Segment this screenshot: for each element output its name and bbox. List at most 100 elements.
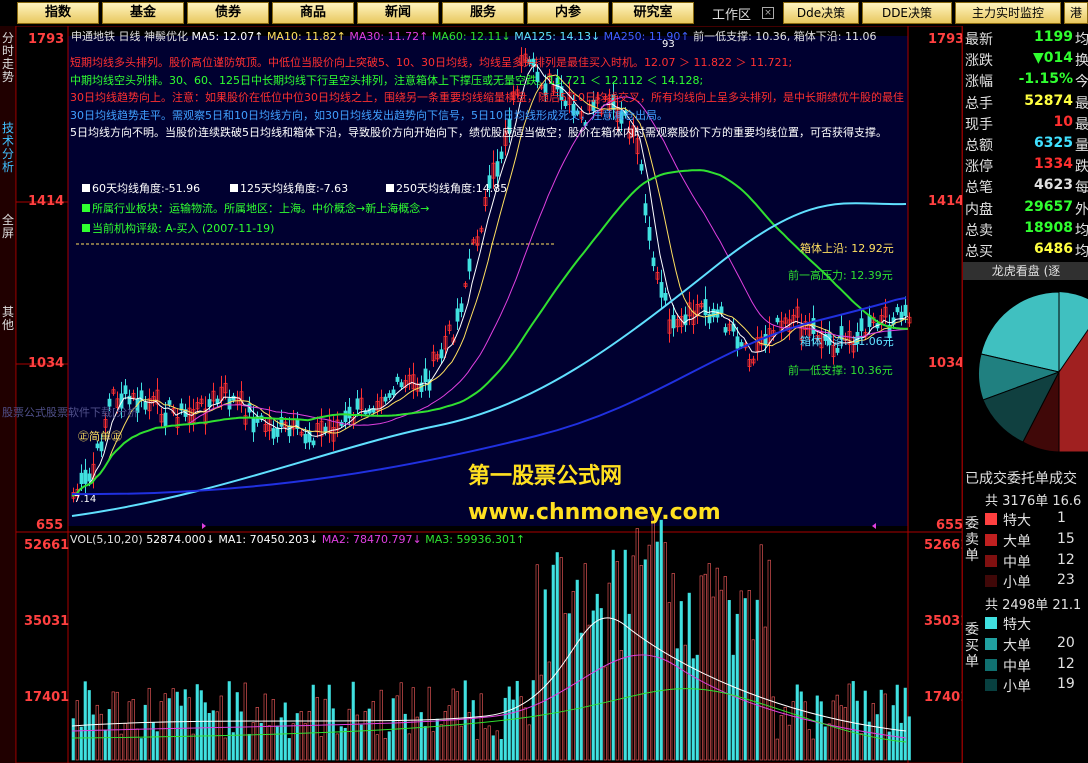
legend-value: 15	[1057, 530, 1075, 547]
quote-value: 6486	[1034, 241, 1073, 257]
volume-bar	[475, 739, 479, 761]
volume-bar	[395, 695, 399, 761]
quote-value: 52874	[1024, 92, 1073, 109]
tab-fullscreen[interactable]: 全屏	[1, 214, 15, 240]
dragon-tiger-title[interactable]: 龙虎看盘 (逐	[963, 262, 1088, 280]
price-axis-low-right: 1034	[928, 356, 965, 371]
tab-technical-analysis[interactable]: 技术分析	[1, 122, 15, 174]
volume-bar	[599, 608, 603, 761]
legend-label: 中单	[1003, 554, 1031, 571]
volume-bar	[483, 728, 487, 761]
volume-bar	[655, 541, 659, 761]
quote-row: 最新 1199 均	[965, 29, 1088, 50]
volume-bar	[755, 599, 759, 761]
volume-bar	[839, 705, 843, 761]
quote-value: 29657	[1024, 198, 1073, 215]
volume-bar	[607, 582, 611, 761]
volume-bar	[139, 738, 143, 761]
candle-body	[227, 398, 232, 410]
volume-bar	[459, 725, 463, 761]
volume-axis-low-left: 17401	[24, 690, 70, 705]
legend-swatch	[985, 513, 997, 525]
volume-bar	[507, 686, 511, 761]
indicator-name: 神鬃优化	[144, 30, 188, 43]
close-icon[interactable]: ×	[762, 7, 774, 19]
volume-bar	[423, 726, 427, 761]
nav-button-dde-decision[interactable]: Dde决策	[783, 2, 859, 24]
volume-bar	[743, 598, 747, 761]
volume-bar	[295, 713, 299, 761]
nav-button-bond[interactable]: 债券	[187, 2, 269, 24]
volume-bar	[555, 552, 559, 761]
quote-suffix: 换	[1075, 53, 1088, 70]
quote-suffix: 均	[1075, 32, 1088, 48]
volume-bar	[143, 704, 147, 761]
candle-body	[859, 318, 864, 332]
volume-bar	[547, 661, 551, 761]
kline-chart[interactable]: 1793 1414 1034 655 1793 1414 1034 655 52…	[2, 26, 969, 763]
volume-bar	[535, 564, 539, 761]
nav-button-main-monitor[interactable]: 主力实时监控	[955, 2, 1061, 24]
nav-button-fund[interactable]: 基金	[102, 2, 184, 24]
rating-info: 当前机构评级: A-买入 (2007-11-19)	[82, 220, 274, 236]
workzone-label[interactable]: 工作区	[712, 4, 751, 23]
quote-row: 总手 52874 最	[965, 92, 1088, 114]
tab-intraday[interactable]: 分时走势	[1, 32, 15, 84]
tab-other[interactable]: 其他	[1, 306, 15, 332]
volume-bar	[147, 687, 151, 761]
nav-button-insider[interactable]: 内参	[527, 2, 609, 24]
volume-bar	[323, 698, 327, 761]
nav-button-news[interactable]: 新闻	[357, 2, 439, 24]
volume-bar	[255, 707, 259, 761]
watermark-url: www.chnmoney.com	[468, 500, 721, 525]
volume-bar	[683, 644, 687, 761]
volume-bar	[619, 650, 623, 761]
volume-bar	[355, 714, 359, 761]
volume-bar	[327, 684, 331, 761]
price-axis-top-left: 1793	[28, 32, 65, 47]
quote-value: 4623	[1034, 177, 1073, 194]
faded-caption: 股票公式股票软件下载[分析	[2, 406, 139, 419]
volume-bar	[287, 738, 291, 761]
volume-bar	[455, 691, 459, 761]
nav-button-service[interactable]: 服务	[442, 2, 524, 24]
volume-bar	[359, 724, 363, 761]
volume-bar	[83, 681, 87, 761]
nav-button-research[interactable]: 研究室	[612, 2, 694, 24]
quote-row: 涨幅 -1.15% 今	[965, 71, 1088, 92]
volume-bar	[591, 610, 595, 761]
white-square-icon	[386, 184, 394, 192]
candle-body	[719, 306, 724, 314]
volume-bar	[611, 549, 615, 761]
nav-button-hk-stock[interactable]: 港股	[1064, 2, 1088, 24]
volume-bar	[427, 686, 431, 761]
candle-body	[275, 427, 280, 437]
volume-bar	[239, 711, 243, 761]
legend-swatch	[985, 658, 997, 671]
volume-bar	[647, 544, 651, 761]
stock-name: 申通地铁	[71, 30, 115, 43]
quote-row: 内盘 29657 外	[965, 198, 1088, 220]
volume-bar	[751, 639, 755, 761]
candle-body	[391, 389, 396, 396]
candle-body	[143, 401, 148, 410]
volume-bar	[851, 681, 855, 761]
volume-bar	[175, 691, 179, 761]
left-tab-bar: 分时走势 技术分析 全屏 其他	[0, 26, 16, 763]
nav-button-index[interactable]: 指数	[17, 2, 99, 24]
volume-bar	[411, 687, 415, 761]
volume-bar	[539, 674, 543, 761]
volume-bar	[387, 731, 391, 761]
nav-button-commodity[interactable]: 商品	[272, 2, 354, 24]
volume-header: VOL(5,10,20) 52874.000↓ MA1: 70450.203↓ …	[70, 533, 525, 546]
sell-total: 共 3176单 16.6	[985, 494, 1082, 509]
volume-bar	[187, 697, 191, 761]
volume-bar	[559, 557, 563, 761]
volume-bar	[883, 693, 887, 761]
volume-bar	[223, 737, 227, 761]
legend-value: 19	[1057, 676, 1075, 693]
nav-button-dde-decision-2[interactable]: DDE决策	[862, 2, 952, 24]
period-label[interactable]: 日线	[119, 30, 141, 43]
quote-label: 总手	[965, 95, 993, 112]
quote-value: 1334	[1034, 156, 1073, 173]
